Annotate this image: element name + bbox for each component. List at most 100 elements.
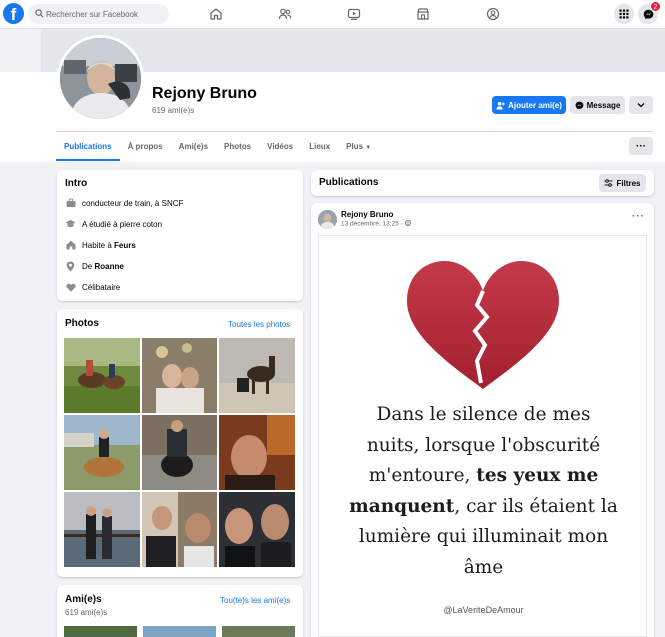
profile-tabs: Publications À propos Ami(e)s Photos Vid… [56, 132, 379, 162]
post-options-button[interactable]: ··· [632, 211, 645, 222]
intro-job: conducteur de train, à SNCF [65, 196, 183, 210]
tab-more[interactable]: Plus ▼ [338, 132, 379, 161]
profile-name: Rejony Bruno [152, 85, 257, 102]
graduation-cap-icon [65, 219, 76, 230]
tab-photos[interactable]: Photos [216, 132, 259, 161]
profile-avatar[interactable] [57, 35, 144, 122]
intro-from-text: De Roanne [82, 262, 124, 271]
friends-icon[interactable] [276, 5, 294, 23]
post-quote: Dans le silence de mes nuits, lorsque l'… [319, 400, 646, 583]
groups-icon[interactable] [484, 5, 502, 23]
intro-job-text: conducteur de train, à SNCF [82, 198, 184, 208]
photo-thumbnail[interactable] [64, 338, 140, 413]
watch-icon[interactable] [345, 5, 363, 23]
add-friend-label: Ajouter ami(e) [508, 100, 562, 110]
post-meta[interactable]: 13 décembre, 13:25 · [341, 220, 411, 228]
quote-line: âme [463, 556, 504, 578]
publications-title: Publications [319, 177, 379, 188]
post-author-name[interactable]: Rejony Bruno [341, 210, 393, 219]
heart-icon [65, 282, 76, 293]
home-icon [65, 240, 76, 251]
intro-lives-prefix: Habite à [82, 240, 115, 250]
intro-card: Intro conducteur de train, à SNCF A étud… [57, 170, 303, 301]
post-date: 13 décembre, 13:25 · [341, 220, 405, 228]
intro-education-text: A étudié à pierre coton [82, 219, 163, 229]
grid-icon [619, 9, 629, 19]
search-box[interactable] [28, 4, 169, 24]
post-signature: @LaVeriteDeAmour [443, 605, 524, 615]
intro-from-city[interactable]: Roanne [94, 262, 123, 271]
chevron-down-icon [637, 103, 645, 108]
messenger-button[interactable]: 2 [638, 1, 661, 24]
photo-thumbnail[interactable] [64, 492, 140, 567]
photo-thumbnail[interactable] [219, 415, 295, 490]
friends-title: Ami(e)s [65, 594, 102, 605]
tab-places[interactable]: Lieux [301, 132, 338, 161]
intro-education: A étudié à pierre coton [65, 217, 162, 231]
tab-publications[interactable]: Publications [56, 132, 120, 161]
photo-thumbnail[interactable] [219, 492, 295, 567]
photo-thumbnail[interactable] [219, 338, 295, 413]
tab-videos[interactable]: Vidéos [259, 132, 301, 161]
intro-status-text: Célibataire [82, 282, 121, 292]
profile-options-button[interactable] [629, 96, 653, 114]
see-all-photos-link[interactable]: Toutes les photos [228, 320, 290, 329]
see-all-friends-link[interactable]: Tou(te)s les ami(e)s [220, 596, 290, 605]
facebook-logo[interactable]: f [3, 3, 24, 24]
notification-badge: 2 [650, 1, 661, 12]
tab-about[interactable]: À propos [120, 132, 171, 161]
search-icon [35, 9, 44, 18]
tab-more-label: Plus [346, 142, 364, 151]
message-button[interactable]: Message [570, 96, 625, 114]
intro-lives-text: Habite à Feurs [82, 241, 136, 250]
quote-fragment: , car ils étaient la [454, 495, 618, 517]
intro-title: Intro [65, 178, 88, 189]
quote-emphasis: tes yeux me [476, 465, 599, 486]
quote-line: nuits, lorsque l'obscurité [366, 434, 601, 456]
quote-fragment: m'entoure, [368, 465, 477, 486]
marketplace-icon[interactable] [414, 5, 432, 23]
friend-thumbnail[interactable] [64, 626, 137, 637]
quote-line: m'entoure, tes yeux me [319, 461, 646, 492]
friend-thumbnail[interactable] [143, 626, 216, 637]
intro-from-prefix: De [82, 261, 95, 271]
photo-thumbnail[interactable] [142, 338, 217, 413]
sliders-icon [604, 179, 613, 187]
intro-lives-city[interactable]: Feurs [114, 241, 136, 250]
caret-down-icon: ▼ [365, 145, 372, 151]
profile-friend-count[interactable]: 619 ami(e)s [152, 106, 194, 115]
menu-grid-button[interactable] [614, 4, 634, 24]
search-input[interactable] [46, 7, 164, 21]
add-person-icon [496, 101, 505, 110]
intro-from: De Roanne [65, 259, 124, 273]
photos-title: Photos [65, 318, 99, 329]
briefcase-icon [65, 198, 76, 209]
top-navigation-bar: f 2 [0, 0, 665, 29]
quote-line: Dans le silence de mes [376, 404, 591, 425]
filters-label: Filtres [616, 178, 641, 188]
photo-thumbnail[interactable] [142, 415, 217, 490]
quote-line: lumière qui illuminait mon [358, 526, 609, 547]
photo-thumbnail[interactable] [64, 415, 140, 490]
post-image[interactable]: Dans le silence de mes nuits, lorsque l'… [318, 235, 647, 637]
message-label: Message [586, 100, 621, 110]
more-options-button[interactable]: ··· [629, 137, 653, 155]
globe-icon [404, 220, 411, 226]
intro-lives: Habite à Feurs [65, 238, 136, 252]
messenger-icon [575, 101, 583, 109]
broken-heart-image [407, 261, 559, 389]
quote-line: manquent, car ils étaient la [319, 492, 646, 523]
add-friend-button[interactable]: Ajouter ami(e) [492, 96, 566, 114]
filters-button[interactable]: Filtres [599, 174, 646, 192]
home-icon[interactable] [207, 5, 225, 23]
friends-card: Ami(e)s 619 ami(e)s Tou(te)s les ami(e)s [57, 585, 303, 637]
post-author-avatar[interactable] [318, 210, 337, 229]
intro-status: Célibataire [65, 280, 120, 294]
friends-count: 619 ami(e)s [65, 608, 108, 617]
friend-thumbnail[interactable] [222, 626, 295, 637]
publications-header-card: Publications Filtres [311, 170, 654, 196]
tab-friends[interactable]: Ami(e)s [171, 132, 216, 161]
quote-emphasis: manquent [349, 495, 455, 517]
photo-thumbnail[interactable] [142, 492, 217, 567]
location-pin-icon [65, 261, 76, 272]
